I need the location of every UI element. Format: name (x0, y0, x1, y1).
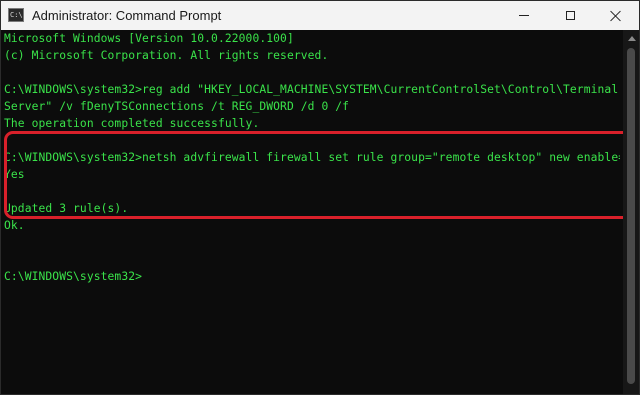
maximize-button[interactable] (547, 1, 593, 30)
minimize-icon (519, 15, 529, 16)
console-line: The operation completed successfully. (4, 117, 260, 130)
scroll-thumb[interactable] (627, 48, 635, 384)
console-line: (c) Microsoft Corporation. All rights re… (4, 49, 329, 62)
console-line: C:\WINDOWS\system32>reg add "HKEY_LOCAL_… (4, 83, 619, 96)
scroll-up-arrow-icon[interactable] (628, 36, 636, 41)
command-prompt-app-icon[interactable]: C:\ (8, 8, 24, 22)
vertical-scrollbar[interactable] (623, 30, 639, 394)
minimize-button[interactable] (501, 1, 547, 30)
close-icon (610, 10, 622, 22)
console-line: C:\WINDOWS\system32>netsh advfirewall fi… (4, 151, 620, 164)
window-title: Administrator: Command Prompt (32, 8, 222, 23)
console-line: Microsoft Windows [Version 10.0.22000.10… (4, 32, 294, 45)
console-line: Yes (4, 168, 25, 181)
console-line: Updated 3 rule(s). (4, 202, 129, 215)
close-button[interactable] (593, 1, 639, 30)
title-bar[interactable]: C:\ Administrator: Command Prompt (1, 1, 639, 30)
command-prompt-window: C:\ Administrator: Command Prompt Micros… (0, 0, 640, 395)
maximize-icon (565, 11, 575, 20)
console-output[interactable]: Microsoft Windows [Version 10.0.22000.10… (4, 30, 635, 394)
console-line: Ok. (4, 219, 25, 232)
console-prompt-line[interactable]: C:\WINDOWS\system32> (4, 268, 620, 285)
console-line: Server" /v fDenyTSConnections /t REG_DWO… (4, 100, 350, 113)
